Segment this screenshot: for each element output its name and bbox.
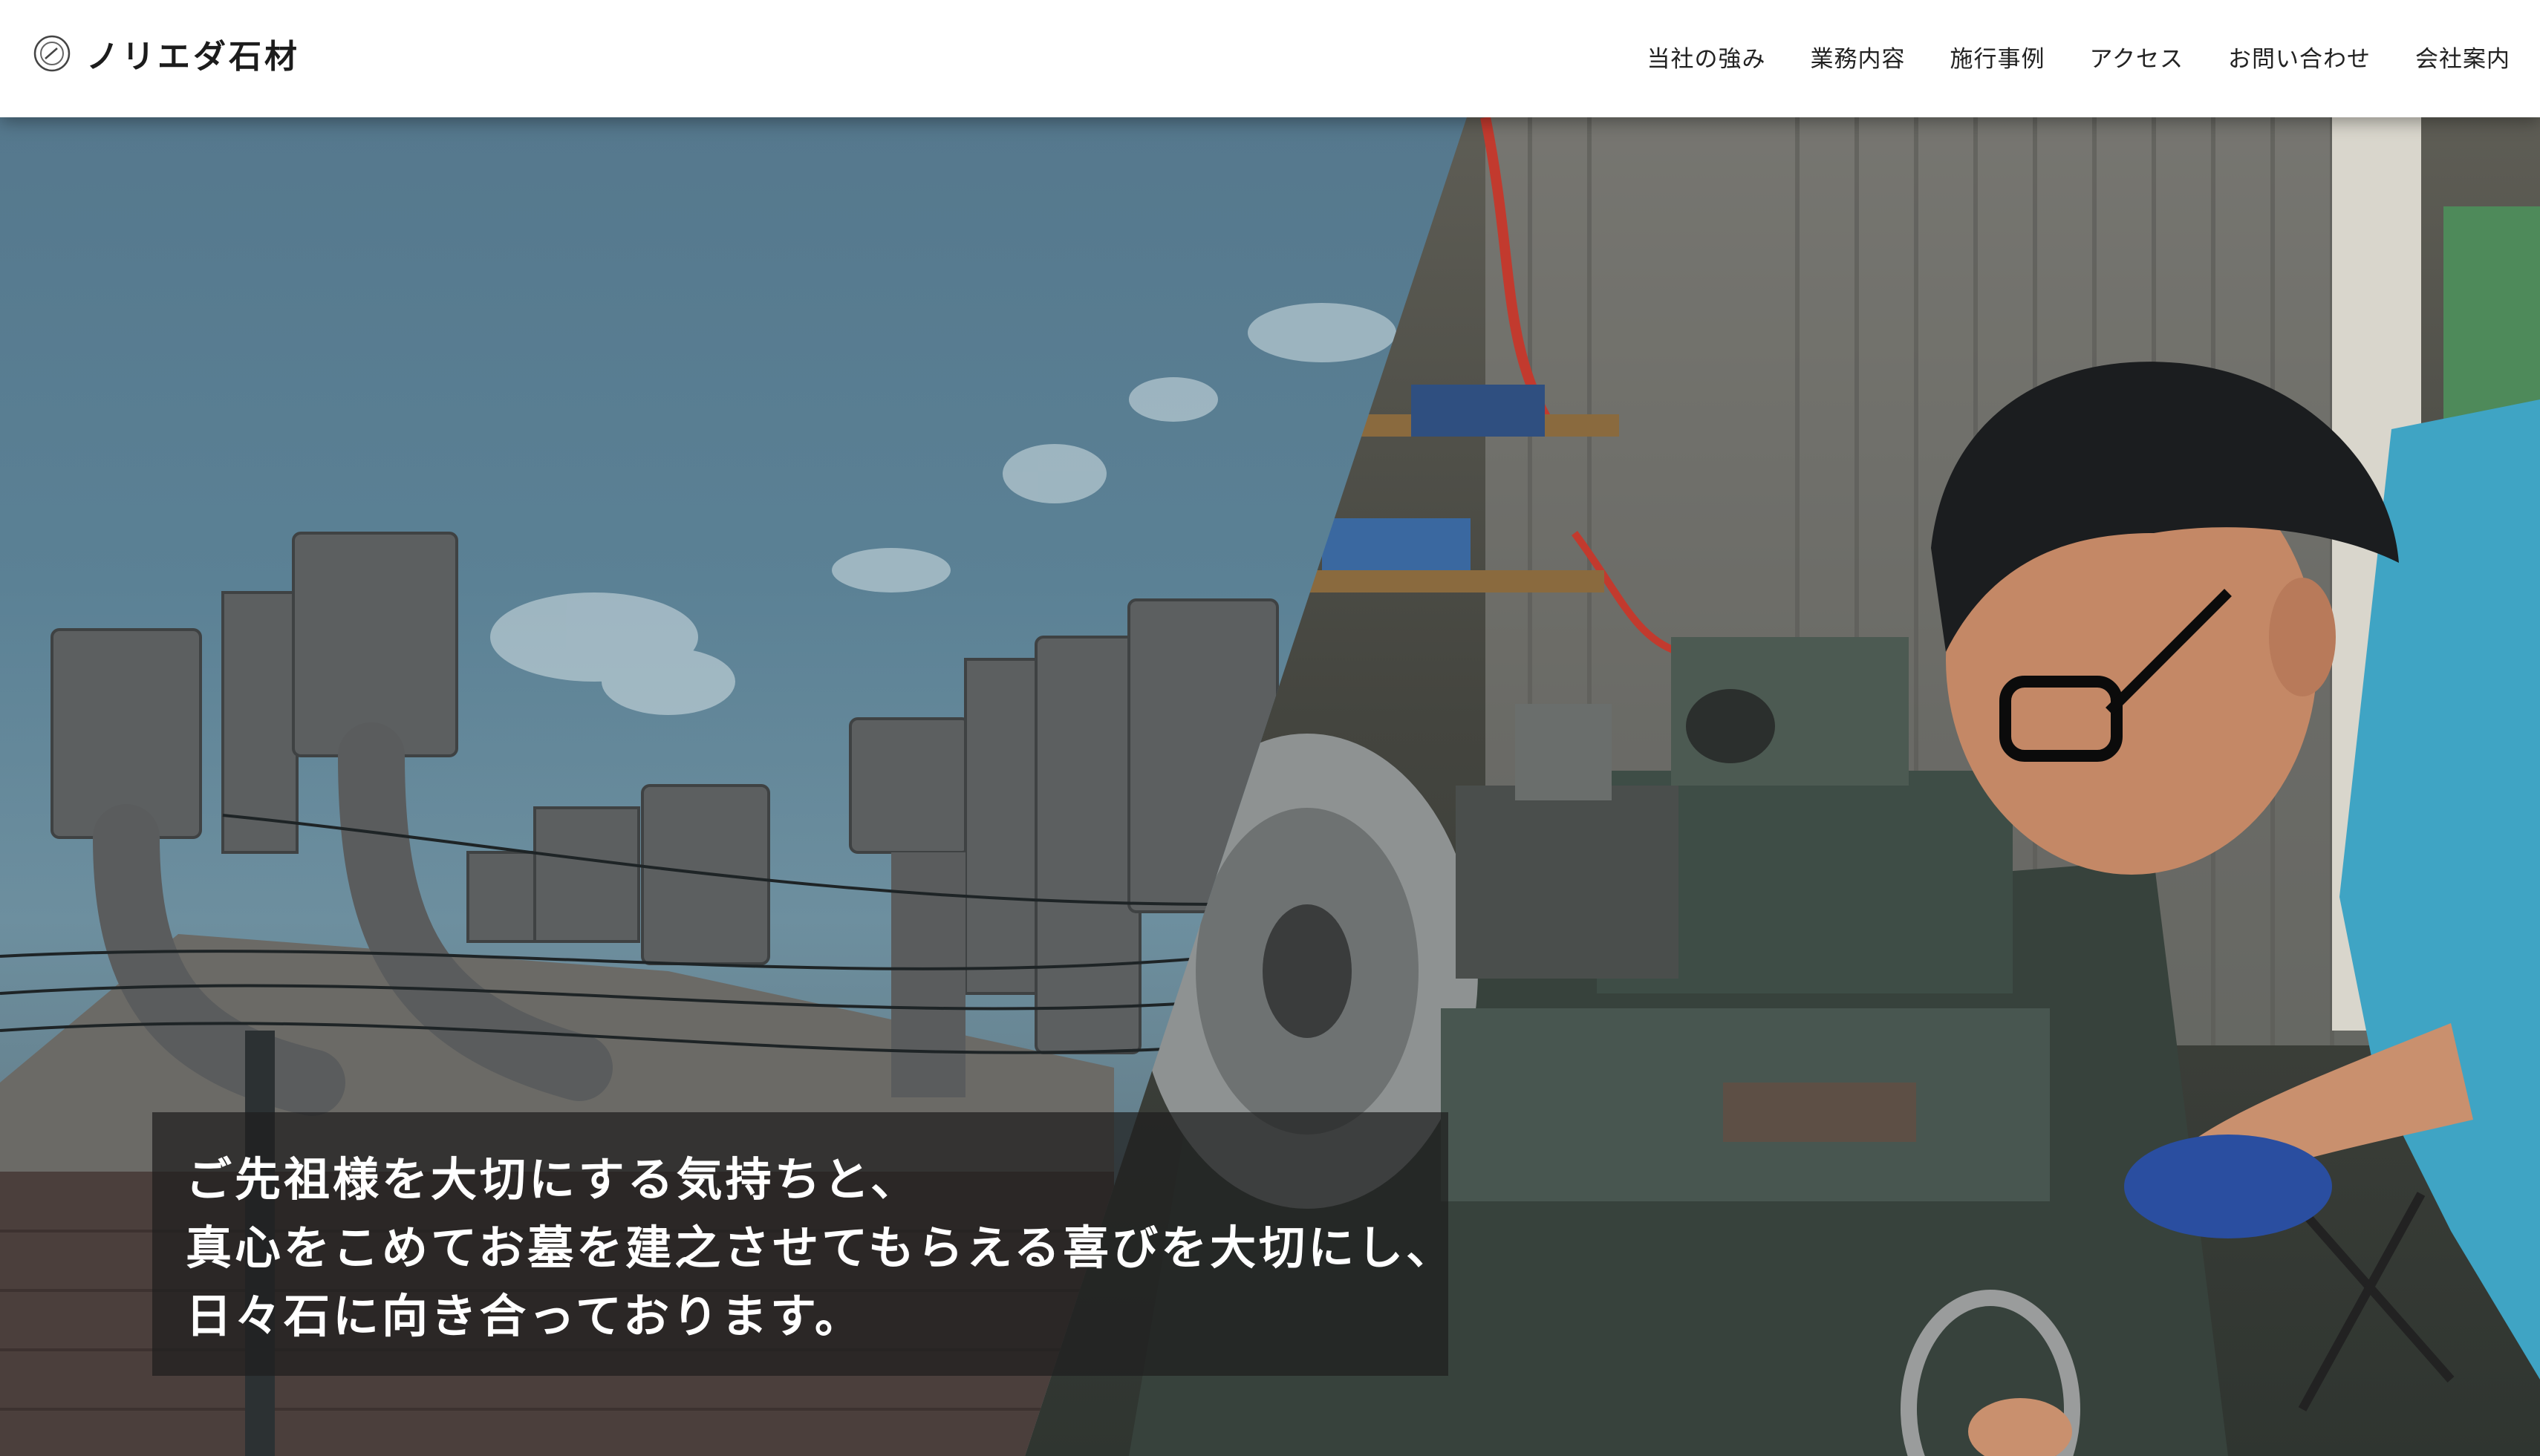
hero-line-3: 日々石に向き合っております。 <box>186 1289 864 1343</box>
hero-message: ご先祖様を大切にする気持ちと、 真心をこめてお墓を建之させてもらえる喜びを大切に… <box>186 1146 1455 1351</box>
logo-text: ノリエダ石材 <box>86 38 300 76</box>
nav-item-company[interactable]: 会社案内 <box>2415 40 2510 74</box>
main-nav: 当社の強み 業務内容 施行事例 アクセス お問い合わせ 会社案内 <box>1647 40 2510 74</box>
nav-item-strengths[interactable]: 当社の強み <box>1647 40 1766 74</box>
nav-item-works[interactable]: 施行事例 <box>1950 40 2045 74</box>
nav-item-services[interactable]: 業務内容 <box>1811 40 1906 74</box>
hero-line-2: 真心をこめてお墓を建之させてもらえる喜びを大切にし、 <box>186 1221 1456 1275</box>
nav-item-access[interactable]: アクセス <box>2090 40 2184 74</box>
site-header: ノリエダ石材 当社の強み 業務内容 施行事例 アクセス お問い合わせ 会社案内 <box>0 0 2540 117</box>
hero-section: ご先祖様を大切にする気持ちと、 真心をこめてお墓を建之させてもらえる喜びを大切に… <box>0 117 2540 1456</box>
stone-mark-icon <box>33 35 71 72</box>
hero-line-1: ご先祖様を大切にする気持ちと、 <box>186 1152 920 1207</box>
logo-link[interactable]: ノリエダ石材 <box>33 30 300 77</box>
hero-message-box: ご先祖様を大切にする気持ちと、 真心をこめてお墓を建之させてもらえる喜びを大切に… <box>152 1112 1452 1376</box>
nav-item-contact[interactable]: お問い合わせ <box>2228 40 2371 74</box>
page: ノリエダ石材 当社の強み 業務内容 施行事例 アクセス お問い合わせ 会社案内 <box>0 0 2540 1456</box>
